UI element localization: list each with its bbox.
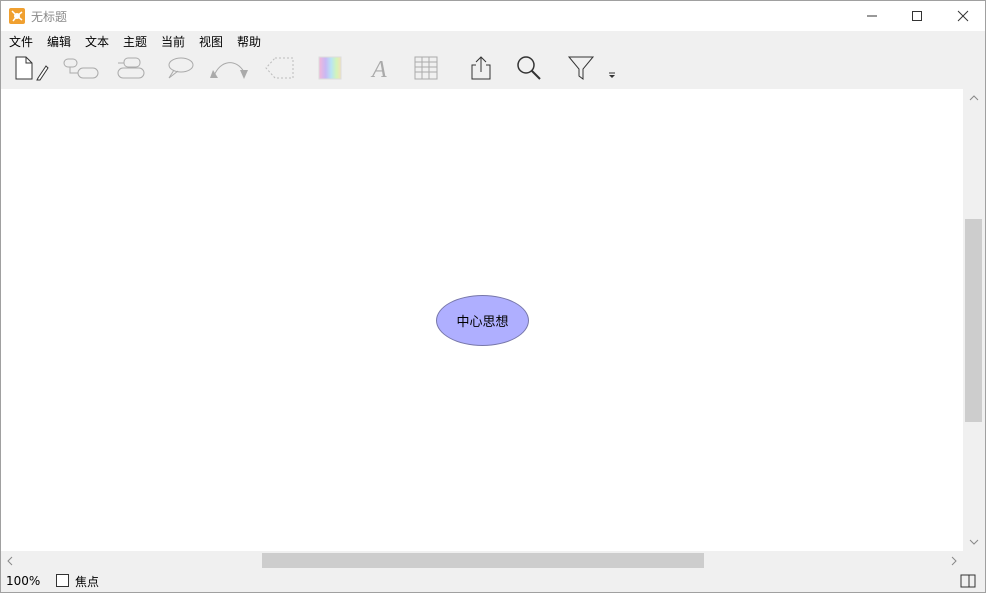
focus-label[interactable]: 焦点 (75, 573, 99, 590)
scroll-up-button[interactable] (963, 89, 985, 107)
menu-topic[interactable]: 主题 (123, 33, 147, 50)
menu-text[interactable]: 文本 (85, 33, 109, 50)
horizontal-scrollbar[interactable] (1, 551, 963, 570)
menu-file[interactable]: 文件 (9, 33, 33, 50)
export-icon (471, 56, 491, 80)
menu-edit[interactable]: 编辑 (47, 33, 71, 50)
boundary-icon (265, 57, 294, 79)
maximize-button[interactable] (894, 1, 940, 31)
scroll-down-button[interactable] (963, 533, 985, 551)
svg-text:A: A (370, 57, 387, 82)
add-subtopic-icon (63, 58, 99, 79)
menu-view[interactable]: 视图 (199, 33, 223, 50)
menu-help[interactable]: 帮助 (237, 33, 261, 50)
callout-button[interactable] (161, 51, 197, 85)
focus-checkbox[interactable] (56, 574, 69, 587)
status-bar: 100% 焦点 (1, 570, 985, 592)
relationship-icon (210, 62, 248, 79)
app-logo-icon (9, 8, 25, 24)
chevron-down-icon (969, 539, 979, 545)
central-topic-node[interactable]: 中心思想 (436, 295, 529, 346)
chevron-up-icon (969, 95, 979, 101)
close-button[interactable] (940, 1, 986, 31)
zoom-level[interactable]: 100% (6, 574, 40, 588)
mindmap-canvas[interactable]: 中心思想 (1, 89, 963, 551)
minimize-button[interactable] (849, 1, 895, 31)
menu-bar: 文件 编辑 文本 主题 当前 视图 帮助 (1, 31, 985, 51)
window-title: 无标题 (31, 10, 68, 24)
new-document-button[interactable] (11, 51, 51, 85)
table-icon (414, 56, 438, 80)
menu-current[interactable]: 当前 (161, 33, 185, 50)
toolbar: A (1, 51, 985, 89)
panel-toggle-icon[interactable] (960, 574, 976, 588)
overflow-icon (609, 72, 615, 78)
filter-button[interactable] (565, 51, 597, 85)
add-sibling-button[interactable] (109, 51, 151, 85)
vertical-scrollbar[interactable] (963, 89, 985, 551)
scroll-right-button[interactable] (945, 551, 963, 570)
color-button[interactable] (315, 51, 345, 85)
search-icon (517, 56, 541, 80)
relationship-button[interactable] (206, 51, 252, 85)
scroll-left-button[interactable] (1, 551, 19, 570)
add-sibling-icon (117, 57, 145, 79)
font-icon: A (370, 57, 387, 82)
callout-icon (168, 57, 194, 79)
export-button[interactable] (466, 51, 496, 85)
add-subtopic-button[interactable] (59, 51, 101, 85)
chevron-left-icon (7, 556, 13, 565)
font-button[interactable]: A (365, 51, 393, 85)
horizontal-scroll-thumb[interactable] (262, 553, 704, 568)
new-document-icon (15, 56, 49, 81)
vertical-scroll-thumb[interactable] (965, 219, 982, 422)
boundary-button[interactable] (263, 51, 297, 85)
table-button[interactable] (411, 51, 441, 85)
color-icon (318, 56, 342, 80)
maximize-icon (912, 11, 922, 21)
title-bar: 无标题 (1, 1, 985, 31)
filter-icon (567, 56, 595, 80)
app-window: 无标题 文件 编辑 文本 主题 当前 视图 帮助 A 中心思想 100% 焦点 (0, 0, 986, 593)
search-button[interactable] (513, 51, 543, 85)
close-icon (957, 10, 969, 22)
chevron-right-icon (951, 556, 957, 565)
toolbar-overflow-button[interactable] (605, 65, 619, 85)
central-topic-label: 中心思想 (456, 315, 509, 330)
scroll-corner (963, 551, 985, 570)
minimize-icon (867, 15, 877, 17)
